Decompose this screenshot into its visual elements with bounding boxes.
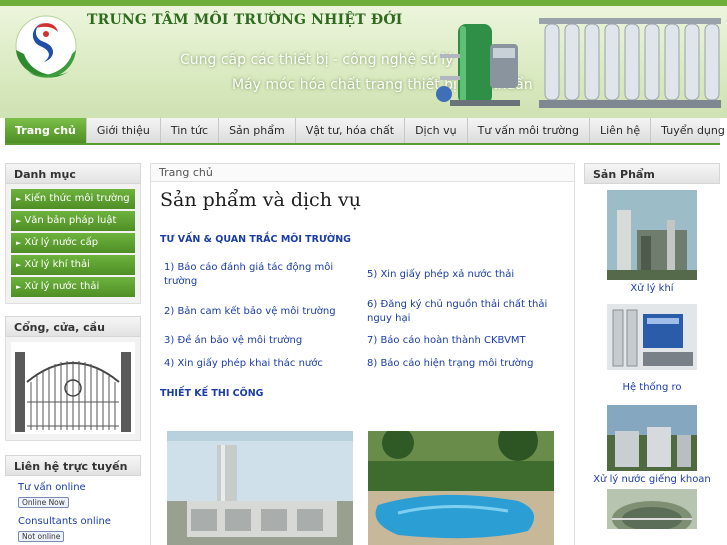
gate-panel-title: Cổng, cửa, cầu thang <box>5 316 141 355</box>
online-contact-label[interactable]: Tư vấn online <box>18 482 137 493</box>
online-status-badge[interactable]: Online Now <box>18 497 69 508</box>
main-content: Trang chủ Sản phẩm và dịch vụ TƯ VẤN & Q… <box>150 163 575 545</box>
service-link[interactable]: 5) Xin giấy phép xả nước thải <box>367 268 567 282</box>
product-label[interactable]: Hệ thống ro <box>584 382 720 393</box>
nav-item-gioi-thieu[interactable]: Giới thiệu <box>87 118 161 143</box>
nav-item-san-pham[interactable]: Sản phẩm <box>219 118 296 143</box>
arrow-right-icon: ► <box>16 195 22 203</box>
category-label: Văn bản pháp luật <box>24 215 117 226</box>
nav-item-trang-chu[interactable]: Trang chủ <box>5 118 87 143</box>
arrow-right-icon: ► <box>16 283 22 291</box>
category-list: ► Kiến thức môi trường ► Văn bản pháp luật… <box>5 184 141 304</box>
page-title: Sản phẩm và dịch vụ <box>160 189 361 211</box>
iron-gate-image[interactable] <box>11 342 135 434</box>
product-card[interactable]: Xử lý nước giếng khoan <box>584 405 720 485</box>
service-link[interactable]: 1) Báo cáo đánh giá tác động môi trường <box>164 261 354 289</box>
section-title-design-construction: THIẾT KẾ THI CÔNG <box>160 388 264 399</box>
category-panel-title: Danh mục <box>5 163 141 184</box>
nav-item-vat-tu-hoa-chat[interactable]: Vật tư, hóa chất <box>296 118 406 143</box>
nav-item-lien-he[interactable]: Liên hệ <box>590 118 652 143</box>
site-header: TRUNG TÂM MÔI TRƯỜNG NHIỆT ĐỚI Cung cấp … <box>0 0 727 118</box>
main-nav: Trang chủ Giới thiệu Tin tức Sản phẩm Vậ… <box>5 118 725 145</box>
products-panel: Xử lý khí Hệ thống ro Xử lý nước giếng k… <box>584 184 720 529</box>
left-sidebar: Danh mục ► Kiến thức môi trường ► Văn bản … <box>5 163 141 542</box>
product-label[interactable]: Xử lý khí <box>584 283 720 294</box>
nav-item-tu-van-moi-truong[interactable]: Tư vấn môi trường <box>468 118 590 143</box>
category-label: Kiến thức môi trường <box>24 193 130 204</box>
category-label: Xử lý khí thải <box>24 259 90 270</box>
service-link[interactable]: 8) Báo cáo hiện trạng môi trường <box>367 357 567 371</box>
nav-item-dich-vu[interactable]: Dịch vụ <box>405 118 468 143</box>
service-link[interactable]: 6) Đăng ký chủ nguồn thải chất thải nguy… <box>367 298 567 326</box>
arrow-right-icon: ► <box>16 217 22 225</box>
category-item[interactable]: ► Văn bản pháp luật <box>11 211 135 231</box>
category-item[interactable]: ► Xử lý khí thải <box>11 255 135 275</box>
wastewater-tank-photo[interactable] <box>607 489 697 529</box>
arrow-right-icon: ► <box>16 239 22 247</box>
product-label[interactable]: Xử lý nước giếng khoan <box>584 474 720 485</box>
logo-icon[interactable] <box>6 10 90 90</box>
gate-panel <box>5 337 141 441</box>
well-water-treatment-photo[interactable] <box>607 405 697 471</box>
product-card[interactable]: Hệ thống ro <box>584 304 720 393</box>
arrow-right-icon: ► <box>16 261 22 269</box>
service-link[interactable]: 4) Xin giấy phép khai thác nước <box>164 357 354 371</box>
category-item[interactable]: ► Kiến thức môi trường <box>11 189 135 209</box>
nav-item-tuyen-dung[interactable]: Tuyển dụng <box>651 118 727 143</box>
online-contact-panel-title: Liên hệ trực tuyến <box>5 455 141 476</box>
service-link[interactable]: 2) Bản cam kết bảo vệ môi trường <box>164 305 354 319</box>
category-item[interactable]: ► Xử lý nước cấp <box>11 233 135 253</box>
category-label: Xử lý nước cấp <box>24 237 99 248</box>
online-contact-panel: Tư vấn online Online Now Consultants onl… <box>5 476 141 542</box>
treatment-plant-photo[interactable] <box>167 431 353 545</box>
products-panel-title: Sản Phẩm <box>584 163 720 184</box>
product-card[interactable]: Xử lý khí <box>584 190 720 294</box>
treatment-tank-illustration <box>436 24 520 106</box>
nav-item-tin-tuc[interactable]: Tin tức <box>161 118 220 143</box>
service-link[interactable]: 3) Đề án bảo vệ môi trường <box>164 334 354 348</box>
breadcrumb[interactable]: Trang chủ <box>151 164 574 182</box>
offline-status-badge[interactable]: Not online <box>18 531 65 542</box>
slogan-line-1: Cung cấp các thiết bị - công nghệ sử lý <box>180 52 454 68</box>
section-title-consulting: TƯ VẤN & QUAN TRẮC MÔI TRƯỜNG <box>160 234 351 245</box>
header-top-stripe <box>0 0 727 6</box>
membrane-filter-illustration <box>539 18 721 108</box>
service-link[interactable]: 7) Báo cáo hoàn thành CKBVMT <box>367 334 567 348</box>
category-label: Xử lý nước thải <box>24 281 100 292</box>
ro-system-photo[interactable] <box>607 304 697 370</box>
right-sidebar: Sản Phẩm Xử lý khí Hệ thống ro Xử lý nướ… <box>584 163 720 529</box>
gas-treatment-photo[interactable] <box>607 190 697 280</box>
site-title: TRUNG TÂM MÔI TRƯỜNG NHIỆT ĐỚI <box>87 12 403 28</box>
swimming-pool-photo[interactable] <box>368 431 554 545</box>
online-contact-label[interactable]: Consultants online <box>18 516 137 527</box>
category-item[interactable]: ► Xử lý nước thải <box>11 277 135 297</box>
product-card[interactable] <box>584 489 720 529</box>
